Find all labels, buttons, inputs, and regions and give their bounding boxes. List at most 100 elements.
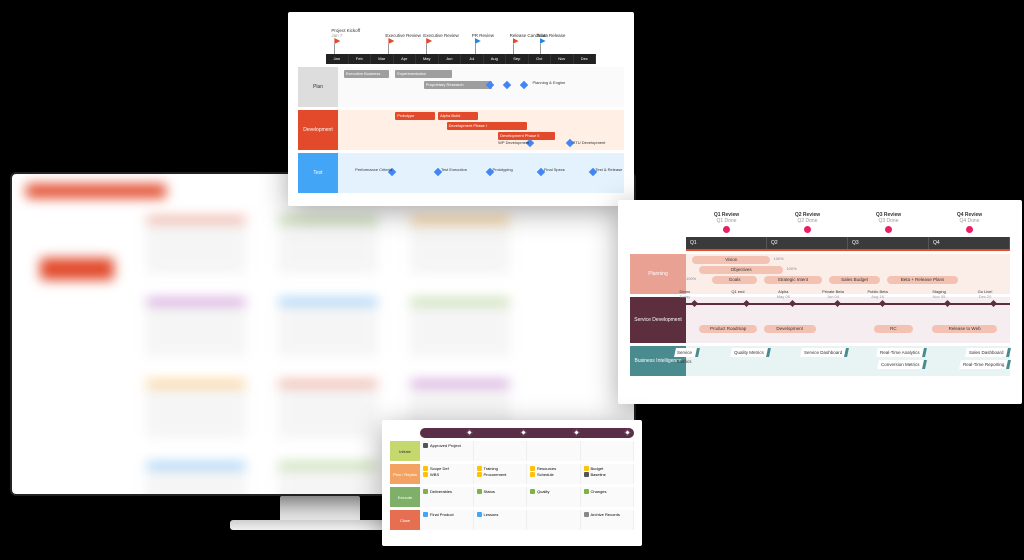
swimlane-row: CloseFinal ProductLessonsArchive Records (390, 510, 634, 530)
lane-label: Development (298, 110, 338, 150)
task-bar: Product Roadmap (699, 325, 757, 333)
task-chip: Changes (584, 489, 631, 494)
diamond-icon (520, 81, 528, 89)
color-icon (530, 466, 535, 471)
quarter-cell: Q1 (686, 237, 767, 249)
milestone-flag: Executive Review (385, 33, 421, 54)
task-chip: Budget (584, 466, 631, 471)
grid-cell: Scope DefWBS (420, 464, 474, 484)
task-chip: Resources (530, 466, 577, 471)
template-card (278, 382, 378, 438)
diamond-icon (691, 300, 698, 307)
percent-label: 100% (686, 276, 696, 281)
milestone-flag: Team Release (537, 33, 566, 54)
milestone-flag: PR Review (472, 33, 494, 54)
milestone-label: RTU Development (573, 140, 606, 145)
color-icon (423, 466, 428, 471)
quarter-cell: Q4 (929, 237, 1010, 249)
swimlane: DevelopmentPrototypeAlpha BuildDevelopme… (298, 110, 624, 150)
milestone-label: Test Execution (441, 167, 467, 172)
task-chip: Lessons (477, 512, 524, 517)
task-bar: Strategic Intent (764, 276, 822, 284)
lane-label: Execute (390, 487, 420, 507)
task-bar: Alpha Build (438, 112, 478, 120)
bi-bar: Sales Dashboard (966, 348, 1011, 357)
month-cell: Apr (394, 54, 417, 64)
task-bar: Development Phase II (498, 132, 555, 140)
template-card (278, 464, 378, 496)
percent-label: 100% (786, 266, 796, 271)
grid-cell: Changes (581, 487, 635, 507)
grid-cell (527, 510, 581, 530)
lane-label: Test (298, 153, 338, 193)
diamond-icon (990, 300, 997, 307)
lane-business-intel: Business Intelligence Service MetricsQua… (630, 346, 1010, 376)
task-chip: Schedule (530, 472, 577, 477)
task-bar: Proprietary Research (424, 81, 493, 89)
template-card (410, 218, 510, 274)
color-icon (423, 443, 428, 448)
task-chip: WBS (423, 472, 470, 477)
diamond-icon (503, 81, 511, 89)
month-cell: Aug (484, 54, 507, 64)
review-marker: Q1 ReviewQ1 Done (686, 212, 767, 233)
swimlane: PlanExecutive BusinessExperimentationPro… (298, 67, 624, 107)
month-cell: Dec (574, 54, 597, 64)
lane-service-dev: Service Development DemoTodayQ1 endAlpha… (630, 297, 1010, 343)
quarter-cell: Q2 (767, 237, 848, 249)
grid-cell: Final Product (420, 510, 474, 530)
template-card (146, 464, 246, 496)
dot-icon (804, 226, 811, 233)
month-cell: Jun (439, 54, 462, 64)
canvas: Project KickoffJan 7Executive ReviewExec… (0, 0, 1024, 560)
swimlane: TestPerformance CriteriaTest ExecutionPr… (298, 153, 624, 193)
gantt-preview-top: Project KickoffJan 7Executive ReviewExec… (288, 12, 634, 206)
month-axis: JanFebMarAprMayJunJulAugSepOctNovDec (326, 54, 596, 64)
task-bar: Objectives (699, 266, 783, 274)
task-bar: Sales Budget (829, 276, 881, 284)
color-icon (423, 472, 428, 477)
month-cell: Feb (349, 54, 372, 64)
task-chip: Deliverables (423, 489, 470, 494)
color-icon (423, 512, 428, 517)
month-cell: May (416, 54, 439, 64)
milestone-label: Go Live!Dec 20 (978, 289, 993, 299)
task-chip: Quality (530, 489, 577, 494)
review-marker: Q2 ReviewQ2 Done (767, 212, 848, 233)
diamond-icon (944, 300, 951, 307)
phase-header (420, 428, 634, 438)
color-icon (423, 489, 428, 494)
color-icon (477, 512, 482, 517)
task-bar: Development Phase I (447, 122, 527, 130)
milestone-label: Private BetaJun 04 (822, 289, 844, 299)
milestone-label: DemoToday (680, 289, 691, 299)
month-cell: Sep (506, 54, 529, 64)
color-icon (584, 489, 589, 494)
grid-cell: Deliverables (420, 487, 474, 507)
month-cell: Jan (326, 54, 349, 64)
grid-cell: TrainingProcurement (474, 464, 528, 484)
milestone-flags: Project KickoffJan 7Executive ReviewExec… (326, 26, 596, 54)
template-card (146, 382, 246, 438)
task-chip: Training (477, 466, 524, 471)
milestone-label: Final Specs (544, 167, 565, 172)
milestone-label: Planning & Engine (532, 80, 565, 85)
task-chip: Archive Records (584, 512, 631, 517)
milestone-flag: Executive Review (423, 33, 459, 54)
template-card (146, 300, 246, 356)
task-bar: Vision (692, 256, 770, 264)
diamond-icon (879, 300, 886, 307)
task-bar: Executive Business (344, 70, 390, 78)
bi-bar: Real-Time Reporting (959, 360, 1011, 369)
grid-cell: Status (474, 487, 528, 507)
app-title-blur (26, 184, 166, 198)
color-icon (584, 472, 589, 477)
milestone-line (686, 303, 1010, 305)
task-chip: Approved Project (423, 443, 470, 448)
bi-bar: Real-Time Analytics (876, 348, 927, 357)
template-card (146, 218, 246, 274)
lane-planning: Planning VisionObjectivesGoalsStrategic … (630, 254, 1010, 294)
grid-cell (581, 441, 635, 461)
month-cell: Jul (461, 54, 484, 64)
dot-icon (966, 226, 973, 233)
